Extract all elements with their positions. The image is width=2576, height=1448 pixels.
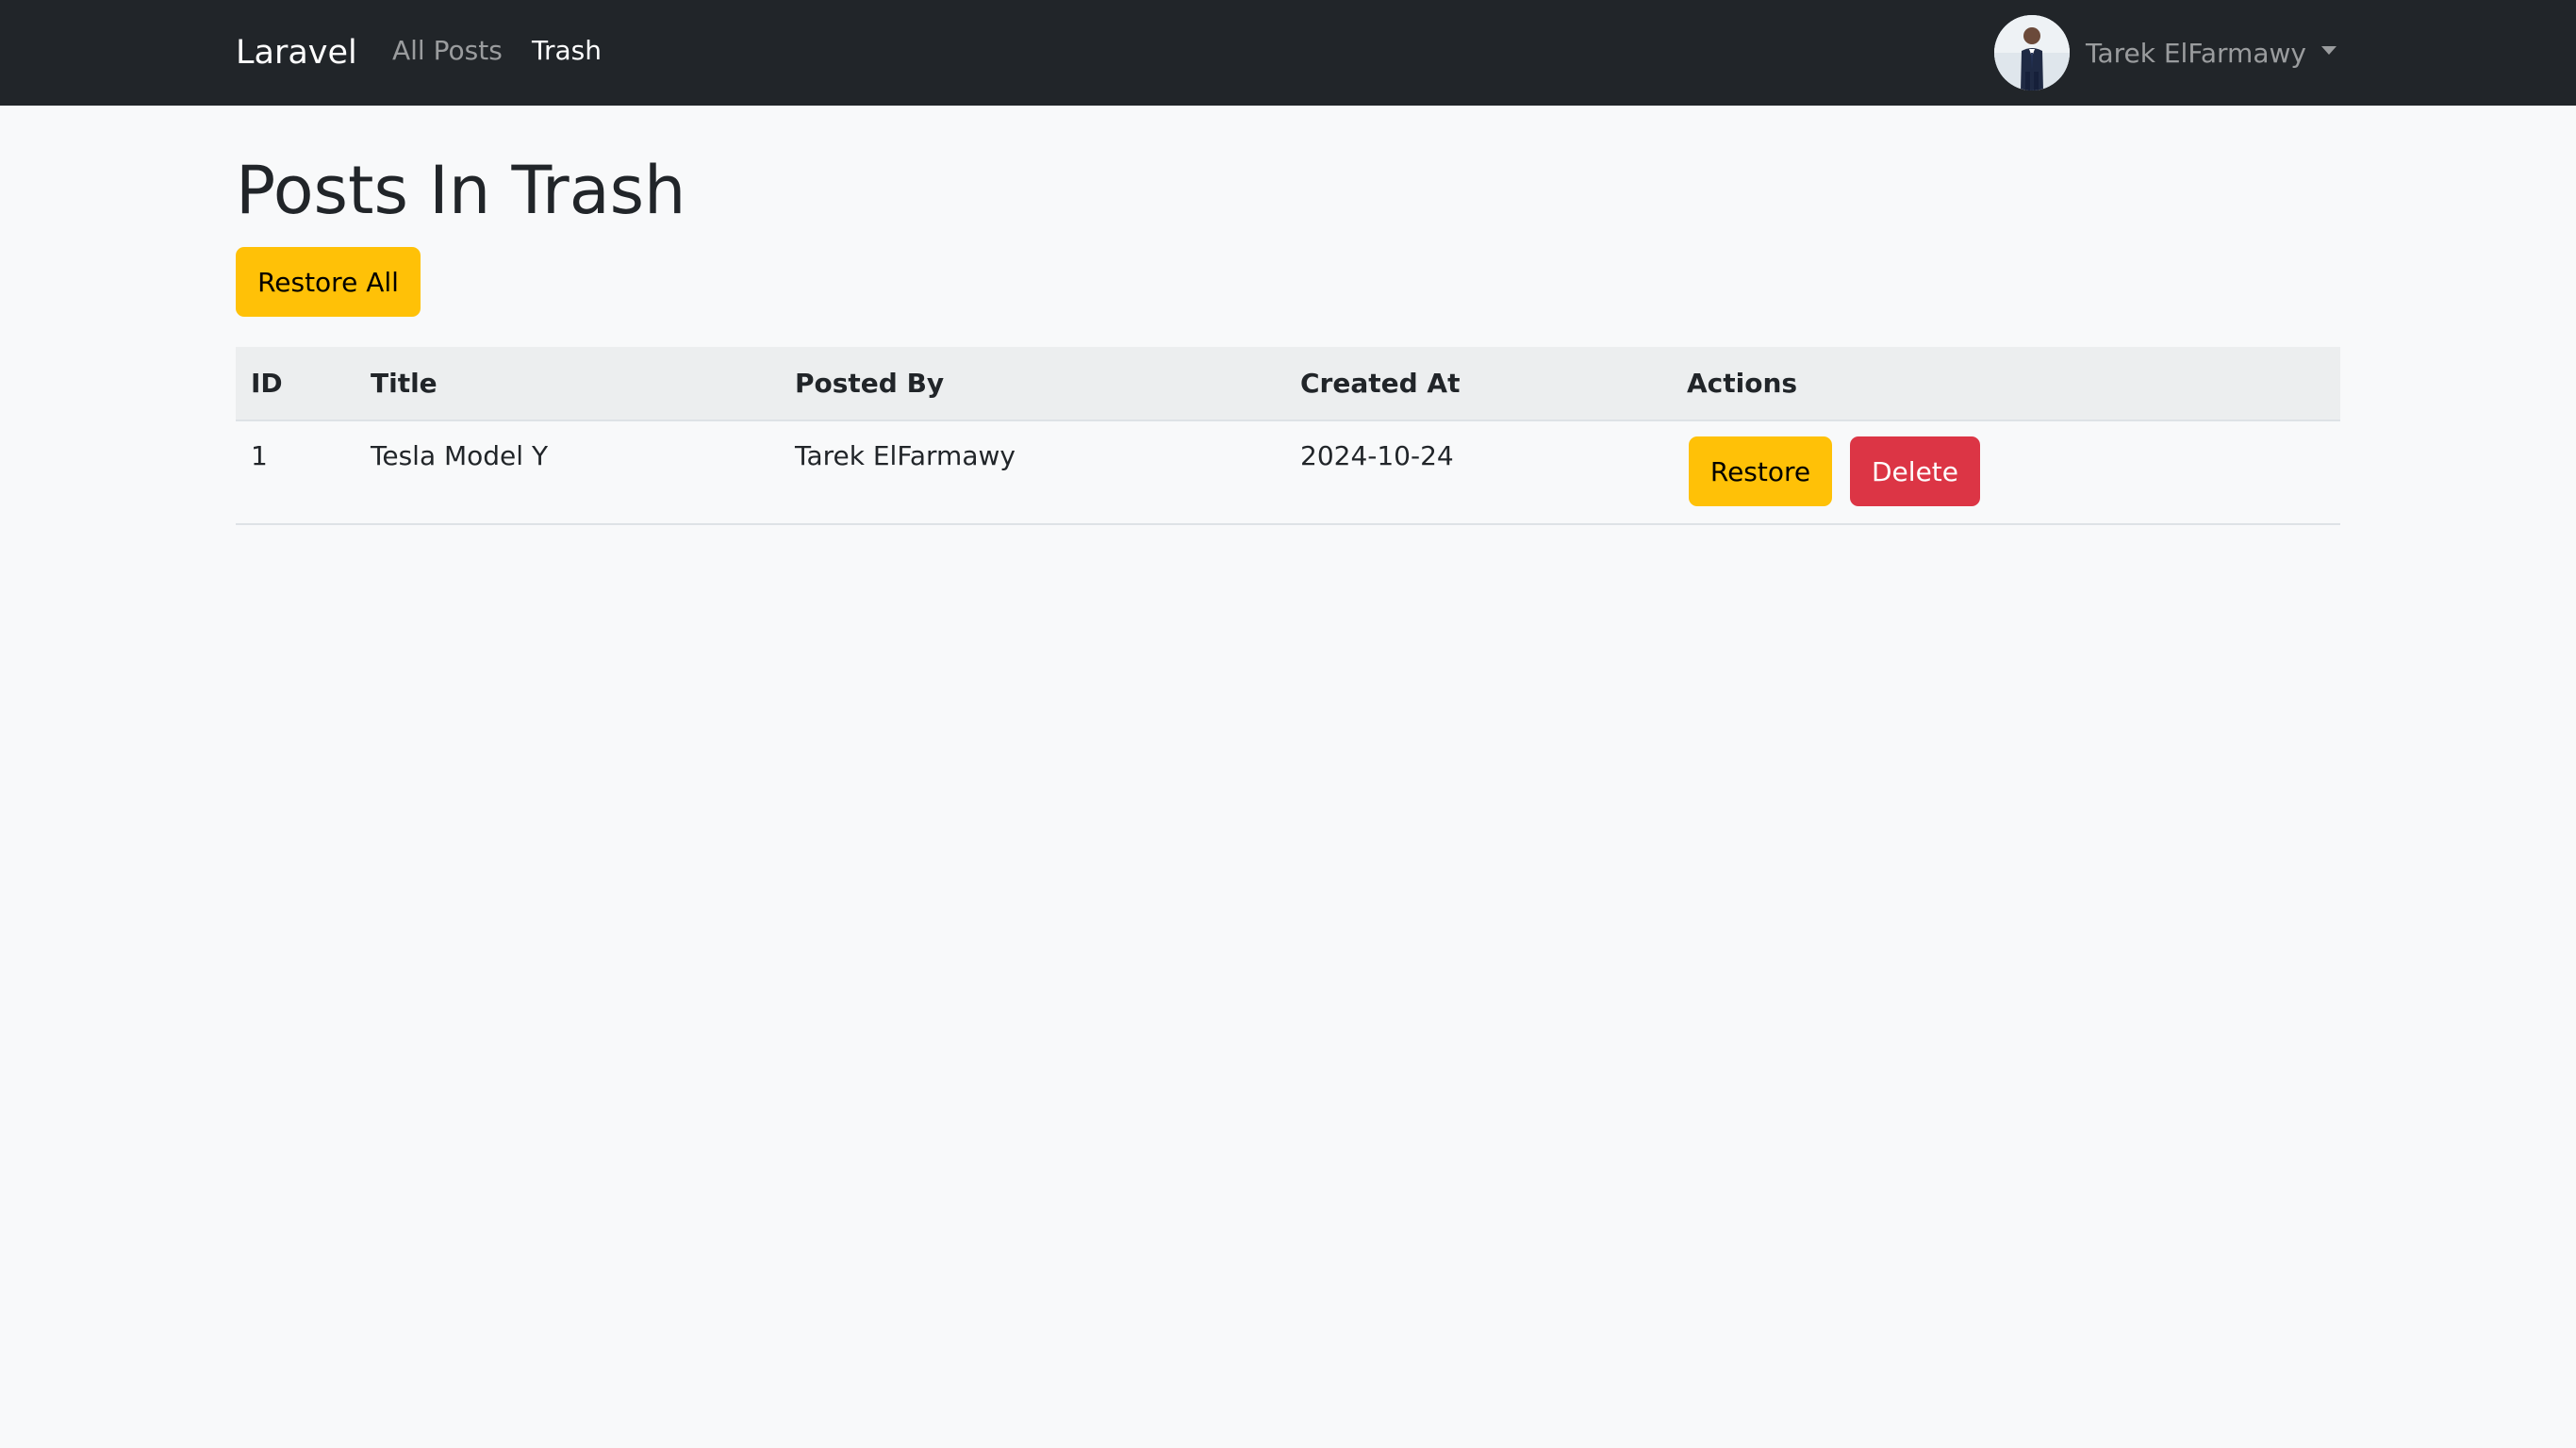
- trash-posts-table: ID Title Posted By Created At Actions 1 …: [236, 347, 2340, 525]
- cell-id: 1: [236, 420, 355, 525]
- cell-posted-by: Tarek ElFarmawy: [780, 420, 1285, 525]
- column-header-title: Title: [355, 347, 780, 421]
- brand-link[interactable]: Laravel: [236, 28, 357, 77]
- table-header: ID Title Posted By Created At Actions: [236, 347, 2340, 421]
- table-row: 1 Tesla Model Y Tarek ElFarmawy 2024-10-…: [236, 420, 2340, 525]
- cell-title: Tesla Model Y: [355, 420, 780, 525]
- user-avatar: [1994, 15, 2070, 90]
- delete-button[interactable]: Delete: [1850, 436, 1980, 506]
- column-header-created-at: Created At: [1285, 347, 1672, 421]
- cell-actions: Restore Delete: [1672, 420, 2340, 525]
- restore-button[interactable]: Restore: [1689, 436, 1832, 506]
- user-avatar-photo-icon: [1994, 15, 2070, 90]
- user-dropdown-toggle[interactable]: Tarek ElFarmawy: [1994, 15, 2337, 90]
- nav-link-trash[interactable]: Trash: [532, 28, 602, 74]
- user-name-label: Tarek ElFarmawy: [2086, 37, 2306, 69]
- column-header-posted-by: Posted By: [780, 347, 1285, 421]
- caret-down-icon: [2320, 45, 2337, 55]
- column-header-actions: Actions: [1672, 347, 2340, 421]
- nav-link-all-posts[interactable]: All Posts: [392, 28, 503, 74]
- table-body: 1 Tesla Model Y Tarek ElFarmawy 2024-10-…: [236, 420, 2340, 525]
- column-header-id: ID: [236, 347, 355, 421]
- trash-posts-table-container: ID Title Posted By Created At Actions 1 …: [236, 347, 2340, 525]
- cell-created-at: 2024-10-24: [1285, 420, 1672, 525]
- restore-all-button[interactable]: Restore All: [236, 247, 421, 317]
- page-title: Posts In Trash: [236, 152, 686, 229]
- top-navbar: Laravel All Posts Trash Tarek ElFarmawy: [0, 0, 2576, 106]
- table-header-row: ID Title Posted By Created At Actions: [236, 347, 2340, 421]
